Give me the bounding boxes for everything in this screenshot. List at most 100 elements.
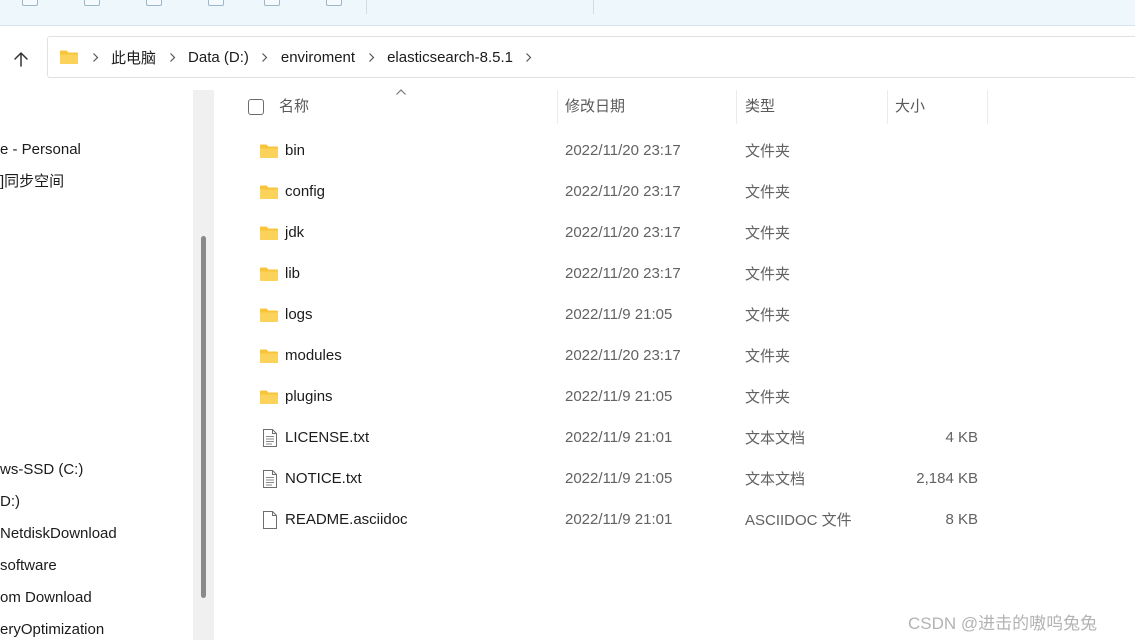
chevron-right-icon[interactable] (167, 52, 177, 63)
nav-item-query-optimization[interactable]: eryOptimization (0, 620, 104, 640)
toolbar-divider (593, 0, 594, 14)
nav-item-onedrive-personal[interactable]: e - Personal (0, 140, 81, 160)
nav-item-download[interactable]: om Download (0, 588, 92, 608)
file-name: lib (285, 265, 301, 282)
file-row[interactable]: lib 2022/11/20 23:17 文件夹 (215, 253, 1135, 294)
file-type: 文本文档 (745, 430, 806, 447)
file-type: 文件夹 (745, 225, 791, 242)
file-size: 8 KB (945, 511, 978, 528)
folder-icon (259, 171, 281, 212)
column-header-date[interactable]: 修改日期 (565, 98, 625, 116)
nav-item-drive-d[interactable]: D:) (0, 492, 20, 512)
watermark: CSDN @进击的嗷呜兔兔 (908, 614, 1098, 633)
column-divider[interactable] (987, 90, 988, 124)
file-name: logs (285, 306, 313, 323)
file-modified-date: 2022/11/9 21:05 (565, 306, 673, 323)
breadcrumb-enviroment[interactable]: enviroment (281, 37, 355, 77)
file-size (887, 335, 978, 376)
file-type: 文件夹 (745, 389, 791, 406)
toolbar-divider (366, 0, 367, 14)
file-modified-date: 2022/11/20 23:17 (565, 224, 681, 241)
file-size (887, 376, 978, 417)
column-divider[interactable] (887, 90, 888, 124)
folder-icon (259, 335, 281, 376)
file-row[interactable]: NOTICE.txt 2022/11/9 21:05 文本文档 2,184 KB (215, 458, 1135, 499)
breadcrumb-this-pc[interactable]: 此电脑 (111, 37, 156, 77)
address-bar[interactable]: 此电脑 Data (D:) enviroment elasticsearch-8… (47, 36, 1135, 78)
file-name: LICENSE.txt (285, 429, 370, 446)
file-modified-date: 2022/11/20 23:17 (565, 183, 681, 200)
toolbar-button[interactable] (22, 0, 38, 6)
folder-icon (259, 294, 281, 335)
file-size (887, 130, 978, 171)
column-header-type[interactable]: 类型 (745, 98, 775, 116)
file-size (887, 171, 978, 212)
chevron-right-icon[interactable] (260, 52, 270, 63)
nav-item-sync-space[interactable]: ]同步空间 (0, 172, 64, 192)
file-row[interactable]: logs 2022/11/9 21:05 文件夹 (215, 294, 1135, 335)
file-type: 文件夹 (745, 307, 791, 324)
file-name: jdk (285, 224, 305, 241)
file-row[interactable]: jdk 2022/11/20 23:17 文件夹 (215, 212, 1135, 253)
toolbar-button[interactable] (264, 0, 280, 6)
file-name: plugins (285, 388, 333, 405)
toolbar-button[interactable] (146, 0, 162, 6)
file-modified-date: 2022/11/20 23:17 (565, 142, 681, 159)
file-type: 文本文档 (745, 471, 806, 488)
breadcrumb-drive[interactable]: Data (D:) (188, 37, 249, 77)
nav-item-netdisk-download[interactable]: NetdiskDownload (0, 524, 117, 544)
nav-item-drive-c[interactable]: ws-SSD (C:) (0, 460, 83, 480)
file-row[interactable]: config 2022/11/20 23:17 文件夹 (215, 171, 1135, 212)
folder-icon (259, 253, 281, 294)
file-icon (262, 499, 284, 540)
nav-item-software[interactable]: software (0, 556, 57, 576)
file-modified-date: 2022/11/9 21:05 (565, 470, 673, 487)
toolbar-button[interactable] (326, 0, 342, 6)
file-name: config (285, 183, 326, 200)
file-size (887, 253, 978, 294)
toolbar-button[interactable] (84, 0, 100, 6)
file-name: modules (285, 347, 342, 364)
file-modified-date: 2022/11/20 23:17 (565, 347, 681, 364)
chevron-right-icon[interactable] (366, 52, 376, 63)
folder-icon (259, 130, 281, 171)
file-row[interactable]: modules 2022/11/20 23:17 文件夹 (215, 335, 1135, 376)
chevron-right-icon[interactable] (90, 52, 100, 63)
toolbar-button[interactable] (208, 0, 224, 6)
file-row[interactable]: plugins 2022/11/9 21:05 文件夹 (215, 376, 1135, 417)
file-modified-date: 2022/11/20 23:17 (565, 265, 681, 282)
chevron-right-icon[interactable] (524, 52, 534, 63)
column-header-row: 名称 修改日期 类型 大小 (215, 90, 1135, 124)
folder-icon (59, 49, 79, 65)
command-bar (0, 0, 1135, 26)
file-type: 文件夹 (745, 348, 791, 365)
file-row[interactable]: bin 2022/11/20 23:17 文件夹 (215, 130, 1135, 171)
file-row[interactable]: README.asciidoc 2022/11/9 21:01 ASCIIDOC 文… (215, 499, 1135, 540)
column-header-size[interactable]: 大小 (895, 98, 925, 116)
file-name: README.asciidoc (285, 511, 408, 528)
file-type: 文件夹 (745, 184, 791, 201)
file-size (887, 294, 978, 335)
file-name: bin (285, 142, 306, 159)
file-type: 文件夹 (745, 143, 791, 160)
file-size: 2,184 KB (916, 470, 978, 487)
breadcrumb-current-folder[interactable]: elasticsearch-8.5.1 (387, 37, 513, 77)
folder-icon (259, 376, 281, 417)
folder-icon (259, 212, 281, 253)
file-size (887, 212, 978, 253)
up-button[interactable] (8, 47, 34, 71)
file-size: 4 KB (945, 429, 978, 446)
column-header-name[interactable]: 名称 (279, 98, 309, 116)
file-modified-date: 2022/11/9 21:01 (565, 511, 673, 528)
file-row[interactable]: LICENSE.txt 2022/11/9 21:01 文本文档 4 KB (215, 417, 1135, 458)
column-divider[interactable] (557, 90, 558, 124)
arrow-up-icon (14, 52, 28, 67)
file-type: ASCIIDOC 文件 (745, 512, 852, 529)
text-file-icon (262, 458, 284, 499)
file-type: 文件夹 (745, 266, 791, 283)
nav-scrollbar-thumb[interactable] (201, 236, 206, 598)
file-modified-date: 2022/11/9 21:05 (565, 388, 673, 405)
text-file-icon (262, 417, 284, 458)
column-divider[interactable] (736, 90, 737, 124)
file-modified-date: 2022/11/9 21:01 (565, 429, 673, 446)
